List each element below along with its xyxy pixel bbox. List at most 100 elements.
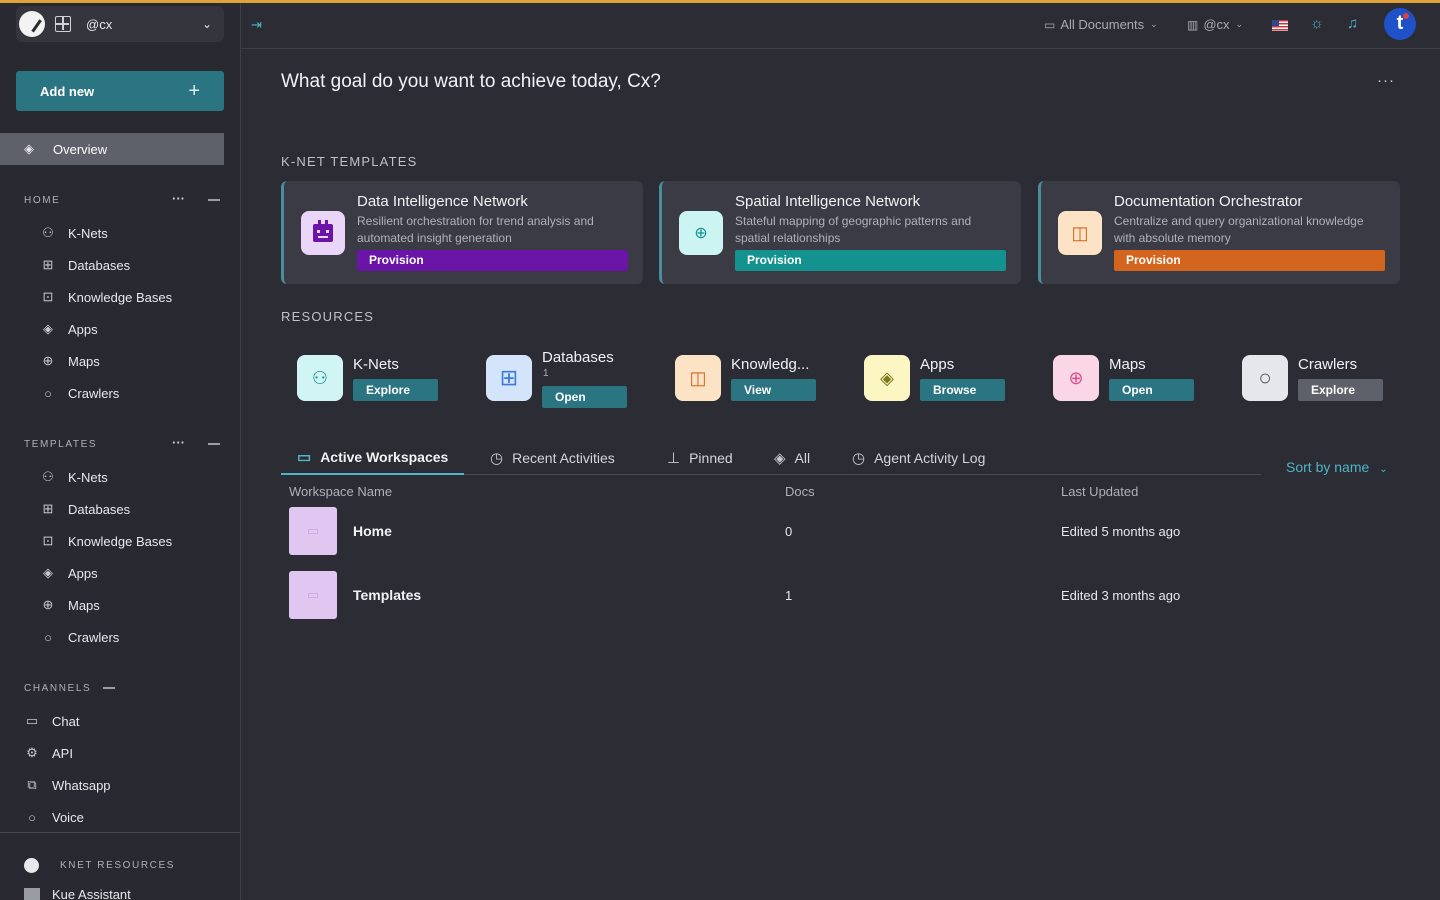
sidebar-toggle-icon[interactable]: ⇥ bbox=[251, 17, 262, 33]
tab-all[interactable]: ◈ All bbox=[774, 441, 810, 475]
avatar[interactable]: t bbox=[1384, 8, 1416, 40]
folder-icon: ▭ bbox=[1044, 17, 1056, 32]
resource-databases[interactable]: ⊞ Databases 1 Open bbox=[486, 349, 666, 410]
sidebar-item-label: Voice bbox=[52, 809, 84, 825]
explore-button[interactable]: Explore bbox=[353, 379, 438, 401]
folder-icon: ▭ bbox=[289, 571, 337, 619]
table-row[interactable]: ▭ Templates 1 Edited 3 months ago bbox=[289, 571, 1389, 619]
tab-agent-activity-log[interactable]: ◷ Agent Activity Log bbox=[852, 441, 985, 475]
table-row[interactable]: ▭ Home 0 Edited 5 months ago bbox=[289, 507, 1389, 555]
docs-count: 0 bbox=[785, 524, 793, 539]
tab-active-workspaces[interactable]: ▭ Active Workspaces bbox=[281, 441, 465, 475]
browse-button[interactable]: Browse bbox=[920, 379, 1005, 401]
template-description: Resilient orchestration for trend analys… bbox=[357, 214, 594, 245]
book-icon: ◫ bbox=[1058, 211, 1102, 255]
sidebar-item-template-knowledge-bases[interactable]: ⊡ Knowledge Bases bbox=[40, 530, 173, 552]
globe-icon: ⊕ bbox=[1053, 355, 1099, 401]
sidebar-item-chat[interactable]: ▭ Chat bbox=[24, 710, 80, 732]
sidebar-item-label: Apps bbox=[68, 321, 98, 337]
table-icon: ⊞ bbox=[486, 355, 532, 401]
bell-icon[interactable]: ♫ bbox=[1347, 15, 1358, 32]
sidebar-item-knowledge-bases[interactable]: ⊡ Knowledge Bases bbox=[40, 286, 173, 308]
tab-pinned[interactable]: ⊥ Pinned bbox=[667, 441, 733, 475]
resource-name: Knowledg... bbox=[731, 356, 810, 373]
grid-icon[interactable] bbox=[55, 16, 71, 32]
view-button[interactable]: View bbox=[731, 379, 816, 401]
sidebar-item-apps[interactable]: ◈ Apps bbox=[40, 318, 98, 340]
sidebar-item-template-knets[interactable]: ⚇ K-Nets bbox=[40, 466, 108, 488]
add-new-label: Add new bbox=[40, 83, 95, 99]
sidebar-item-kue-assistant[interactable]: Kue Assistant bbox=[24, 887, 131, 900]
sun-icon[interactable]: ☼ bbox=[1310, 15, 1324, 32]
sidebar-item-overview[interactable]: ◈ Overview bbox=[0, 133, 224, 165]
sidebar-item-crawlers[interactable]: ○ Crawlers bbox=[40, 382, 119, 404]
collapse-icon[interactable] bbox=[208, 199, 220, 201]
sidebar-item-label: K-Nets bbox=[68, 469, 108, 485]
folder-icon: ▭ bbox=[297, 449, 312, 466]
provision-button[interactable]: Provision bbox=[735, 250, 1006, 271]
workspace-name[interactable]: Home bbox=[353, 523, 392, 539]
section-templates: TEMPLATES ··· bbox=[24, 435, 224, 451]
workspace-switcher[interactable]: @cx ⌄ bbox=[16, 6, 224, 42]
sidebar-item-label: Crawlers bbox=[68, 385, 120, 401]
resource-name: K-Nets bbox=[353, 356, 399, 373]
sidebar-item-template-maps[interactable]: ⊕ Maps bbox=[40, 594, 100, 616]
book-icon: ⊡ bbox=[42, 289, 54, 304]
add-new-button[interactable]: Add new + bbox=[16, 71, 224, 111]
clock-icon: ◷ bbox=[852, 450, 866, 467]
tab-label: Recent Activities bbox=[512, 450, 615, 466]
us-flag-icon[interactable] bbox=[1272, 20, 1288, 31]
sidebar-item-databases[interactable]: ⊞ Databases bbox=[40, 254, 131, 276]
tab-recent-activities[interactable]: ◷ Recent Activities bbox=[490, 441, 615, 475]
sort-dropdown[interactable]: Sort by name ⌄ bbox=[1286, 459, 1388, 475]
provision-button[interactable]: Provision bbox=[1114, 250, 1385, 271]
collapse-icon[interactable] bbox=[103, 687, 116, 689]
collapse-icon[interactable] bbox=[208, 443, 220, 445]
tab-label: All bbox=[794, 450, 811, 466]
template-card-spatial-intelligence[interactable]: ⊕ Spatial Intelligence Network Stateful … bbox=[659, 181, 1021, 284]
more-options-icon[interactable]: ··· bbox=[1377, 72, 1395, 89]
sidebar-item-api[interactable]: ⚙ API bbox=[24, 742, 73, 764]
chevron-down-icon: ⌄ bbox=[1235, 19, 1244, 29]
sidebar-item-template-databases[interactable]: ⊞ Databases bbox=[40, 498, 131, 520]
plus-icon: + bbox=[188, 79, 200, 102]
tab-label: Agent Activity Log bbox=[874, 450, 986, 466]
sidebar-item-label: Apps bbox=[68, 565, 98, 581]
resource-knets[interactable]: ⚇ K-Nets Explore bbox=[297, 350, 477, 410]
section-label: KNET RESOURCES bbox=[60, 860, 176, 871]
sidebar-item-maps[interactable]: ⊕ Maps bbox=[40, 350, 100, 372]
knet-resources-header[interactable]: KNET RESOURCES bbox=[24, 858, 175, 873]
user-dropdown[interactable]: ▥ @cx ⌄ bbox=[1187, 17, 1243, 32]
robot-icon bbox=[301, 211, 345, 255]
resource-knowledge-bases[interactable]: ◫ Knowledg... View bbox=[675, 350, 855, 410]
resource-crawlers[interactable]: ○ Crawlers Explore bbox=[1242, 350, 1422, 410]
sidebar-item-label: Crawlers bbox=[68, 629, 120, 645]
column-header-docs[interactable]: Docs bbox=[785, 484, 815, 499]
more-icon[interactable]: ··· bbox=[172, 435, 185, 450]
template-card-documentation-orchestrator[interactable]: ◫ Documentation Orchestrator Centralize … bbox=[1038, 181, 1400, 284]
workspace-name[interactable]: Templates bbox=[353, 587, 421, 603]
explore-button[interactable]: Explore bbox=[1298, 379, 1383, 401]
open-button[interactable]: Open bbox=[542, 386, 627, 408]
sidebar-item-label: Knowledge Bases bbox=[68, 289, 173, 305]
sidebar-item-knets[interactable]: ⚇ K-Nets bbox=[40, 222, 108, 244]
sidebar-item-template-crawlers[interactable]: ○ Crawlers bbox=[40, 626, 119, 648]
template-description: Stateful mapping of geographic patterns … bbox=[735, 214, 972, 245]
layers-icon: ◈ bbox=[43, 565, 53, 580]
all-documents-dropdown[interactable]: ▭ All Documents ⌄ bbox=[1044, 17, 1158, 32]
resource-apps[interactable]: ◈ Apps Browse bbox=[864, 350, 1044, 410]
template-title: Spatial Intelligence Network bbox=[735, 193, 921, 210]
template-card-data-intelligence[interactable]: Data Intelligence Network Resilient orch… bbox=[281, 181, 643, 284]
sidebar-item-whatsapp[interactable]: ⧉ Whatsapp bbox=[24, 774, 110, 796]
column-header-last-updated[interactable]: Last Updated bbox=[1061, 484, 1138, 499]
sidebar-item-voice[interactable]: ○ Voice bbox=[24, 806, 84, 828]
open-button[interactable]: Open bbox=[1109, 379, 1194, 401]
search-icon: ○ bbox=[44, 385, 52, 401]
more-icon[interactable]: ··· bbox=[172, 191, 185, 206]
sidebar-item-template-apps[interactable]: ◈ Apps bbox=[40, 562, 98, 584]
provision-button[interactable]: Provision bbox=[357, 250, 628, 271]
folder-icon: ▭ bbox=[289, 507, 337, 555]
sidebar-item-label: Kue Assistant bbox=[52, 887, 131, 900]
resource-maps[interactable]: ⊕ Maps Open bbox=[1053, 350, 1233, 410]
column-header-name[interactable]: Workspace Name bbox=[289, 484, 392, 499]
